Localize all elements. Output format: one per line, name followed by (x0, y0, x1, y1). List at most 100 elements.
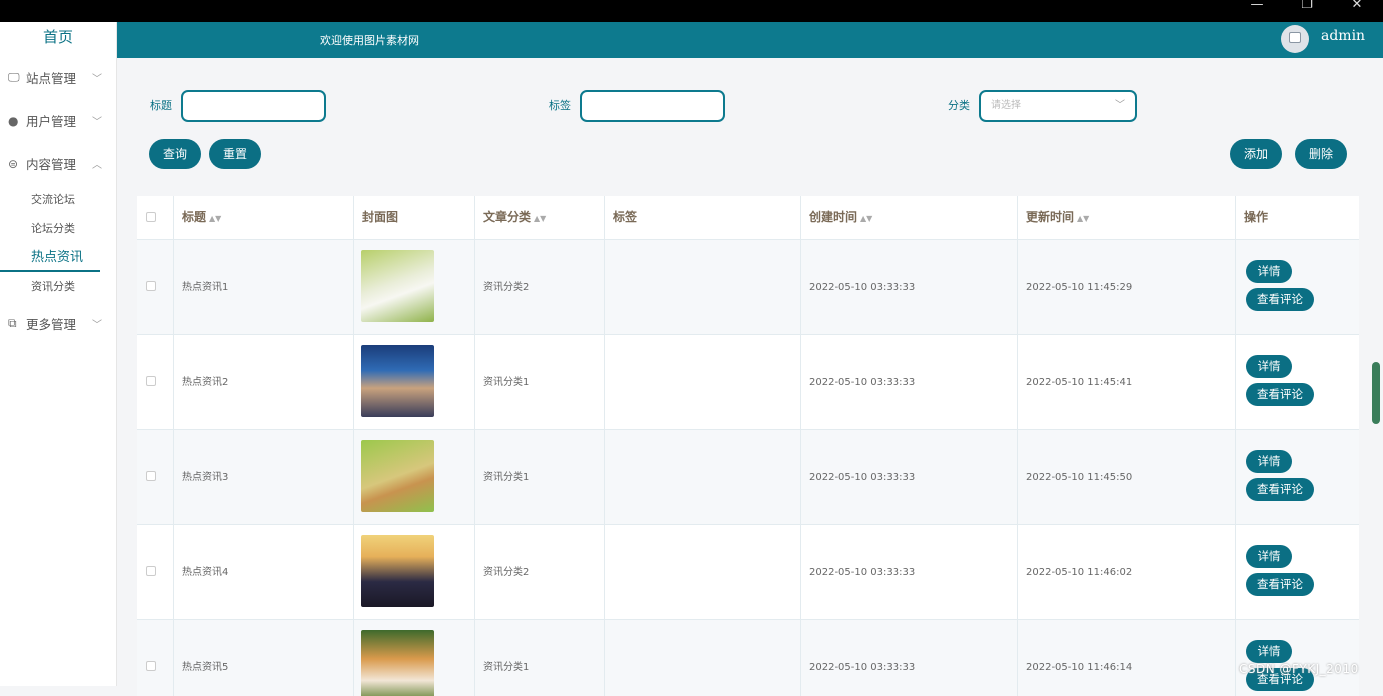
sidebar: 首页 🖵 站点管理 ﹀ ● 用户管理 ﹀ ⊜ 内容管理 ︿ 交流论坛 论坛分类 … (0, 22, 117, 686)
cell-created: 2022-05-10 03:33:33 (801, 335, 1018, 430)
sidebar-menu-site[interactable]: 🖵 站点管理 ﹀ (0, 56, 116, 99)
title-filter-input[interactable] (181, 90, 326, 122)
category-filter-select[interactable]: 请选择 ﹀ (979, 90, 1137, 122)
cell-actions: 详情 查看评论 (1236, 620, 1359, 696)
cell-title: 热点资讯5 (174, 620, 354, 696)
tag-filter-label: 标签 (549, 99, 571, 112)
view-comments-button[interactable]: 查看评论 (1246, 478, 1314, 501)
cell-updated: 2022-05-10 11:45:29 (1018, 240, 1236, 335)
column-tag: 标签 (605, 196, 801, 240)
cover-image (361, 630, 434, 696)
sidebar-menu-user[interactable]: ● 用户管理 ﹀ (0, 99, 116, 142)
cell-created: 2022-05-10 03:33:33 (801, 430, 1018, 525)
sidebar-item-forum-category[interactable]: 论坛分类 (0, 214, 116, 243)
detail-button[interactable]: 详情 (1246, 545, 1292, 568)
detail-button[interactable]: 详情 (1246, 260, 1292, 283)
detail-button[interactable]: 详情 (1246, 640, 1292, 663)
cell-updated: 2022-05-10 11:46:02 (1018, 525, 1236, 620)
column-title[interactable]: 标题 ▲▼ (174, 196, 354, 240)
chevron-down-icon: ﹀ (92, 320, 102, 331)
view-comments-button[interactable]: 查看评论 (1246, 383, 1314, 406)
top-header: 欢迎使用图片素材网 admin (117, 22, 1383, 58)
cell-updated: 2022-05-10 11:45:50 (1018, 430, 1236, 525)
reset-button[interactable]: 重置 (209, 139, 261, 169)
category-filter-label: 分类 (948, 99, 970, 112)
sort-icon: ▲▼ (1077, 214, 1090, 223)
cell-created: 2022-05-10 03:33:33 (801, 620, 1018, 696)
sidebar-home[interactable]: 首页 (0, 22, 116, 56)
detail-button[interactable]: 详情 (1246, 355, 1292, 378)
cell-updated: 2022-05-10 11:45:41 (1018, 335, 1236, 430)
message-icon: ⊜ (8, 156, 19, 171)
cell-category: 资讯分类1 (475, 335, 605, 430)
column-created[interactable]: 创建时间 ▲▼ (801, 196, 1018, 240)
row-checkbox[interactable] (146, 471, 156, 481)
cell-actions: 详情 查看评论 (1236, 430, 1359, 525)
row-checkbox[interactable] (146, 281, 156, 291)
sidebar-item-hot-news[interactable]: 热点资讯 (0, 243, 100, 272)
sidebar-menu-more[interactable]: ⧉ 更多管理 ﹀ (0, 302, 116, 345)
cell-category: 资讯分类2 (475, 525, 605, 620)
sidebar-menu-label: 站点管理 (26, 71, 77, 86)
table-row: 热点资讯5 资讯分类1 2022-05-10 03:33:33 2022-05-… (137, 620, 1359, 696)
add-button[interactable]: 添加 (1230, 139, 1282, 169)
minimize-button[interactable]: — (1234, 0, 1280, 22)
row-checkbox[interactable] (146, 376, 156, 386)
close-button[interactable]: ✕ (1334, 0, 1380, 22)
main-content: 标题 标签 分类 请选择 ﹀ 查询 重置 添加 删除 标题 ▲▼ 封面图 文章分类… (117, 58, 1383, 696)
row-checkbox[interactable] (146, 661, 156, 671)
table-row: 热点资讯2 资讯分类1 2022-05-10 03:33:33 2022-05-… (137, 335, 1359, 430)
table-row: 热点资讯1 资讯分类2 2022-05-10 03:33:33 2022-05-… (137, 240, 1359, 335)
view-comments-button[interactable]: 查看评论 (1246, 288, 1314, 311)
sidebar-menu-label: 用户管理 (26, 114, 77, 129)
welcome-text: 欢迎使用图片素材网 (320, 34, 419, 47)
cell-actions: 详情 查看评论 (1236, 335, 1359, 430)
cell-tag (605, 240, 801, 335)
column-category[interactable]: 文章分类 ▲▼ (475, 196, 605, 240)
sidebar-item-forum[interactable]: 交流论坛 (0, 185, 116, 214)
user-icon: ● (8, 113, 19, 128)
view-comments-button[interactable]: 查看评论 (1246, 573, 1314, 596)
chevron-down-icon: ﹀ (1115, 100, 1125, 111)
cover-image (361, 345, 434, 417)
cell-tag (605, 620, 801, 696)
cell-category: 资讯分类1 (475, 430, 605, 525)
table-body: 热点资讯1 资讯分类2 2022-05-10 03:33:33 2022-05-… (137, 240, 1359, 696)
cell-created: 2022-05-10 03:33:33 (801, 525, 1018, 620)
select-all-checkbox[interactable] (146, 212, 156, 222)
chevron-down-icon: ﹀ (92, 74, 102, 85)
cell-title: 热点资讯4 (174, 525, 354, 620)
copy-icon: ⧉ (8, 316, 17, 330)
row-checkbox[interactable] (146, 566, 156, 576)
avatar[interactable] (1281, 25, 1309, 53)
table-row: 热点资讯3 资讯分类1 2022-05-10 03:33:33 2022-05-… (137, 430, 1359, 525)
cover-image (361, 250, 434, 322)
cell-actions: 详情 查看评论 (1236, 240, 1359, 335)
tag-filter-input[interactable] (580, 90, 725, 122)
cell-category: 资讯分类2 (475, 240, 605, 335)
username[interactable]: admin (1321, 28, 1365, 44)
cover-image (361, 440, 434, 512)
cell-title: 热点资讯1 (174, 240, 354, 335)
cell-updated: 2022-05-10 11:46:14 (1018, 620, 1236, 696)
sidebar-item-news-category[interactable]: 资讯分类 (0, 272, 116, 301)
column-updated[interactable]: 更新时间 ▲▼ (1018, 196, 1236, 240)
news-table: 标题 ▲▼ 封面图 文章分类 ▲▼ 标签 创建时间 ▲▼ 更新时间 ▲▼ 操作 热点资讯… (137, 196, 1359, 696)
chevron-down-icon: ﹀ (92, 117, 102, 128)
sort-icon: ▲▼ (209, 214, 222, 223)
table-row: 热点资讯4 资讯分类2 2022-05-10 03:33:33 2022-05-… (137, 525, 1359, 620)
cell-title: 热点资讯3 (174, 430, 354, 525)
sort-icon: ▲▼ (534, 214, 547, 223)
delete-button[interactable]: 删除 (1295, 139, 1347, 169)
detail-button[interactable]: 详情 (1246, 450, 1292, 473)
query-button[interactable]: 查询 (149, 139, 201, 169)
cell-actions: 详情 查看评论 (1236, 525, 1359, 620)
table-header: 标题 ▲▼ 封面图 文章分类 ▲▼ 标签 创建时间 ▲▼ 更新时间 ▲▼ 操作 (137, 196, 1359, 240)
image-icon (1289, 32, 1301, 43)
restore-button[interactable]: ❐ (1284, 0, 1330, 22)
cell-tag (605, 525, 801, 620)
scrollbar-thumb[interactable] (1372, 362, 1380, 424)
cell-title: 热点资讯2 (174, 335, 354, 430)
sidebar-menu-content[interactable]: ⊜ 内容管理 ︿ (0, 142, 116, 185)
sidebar-menu-label: 内容管理 (26, 157, 77, 172)
